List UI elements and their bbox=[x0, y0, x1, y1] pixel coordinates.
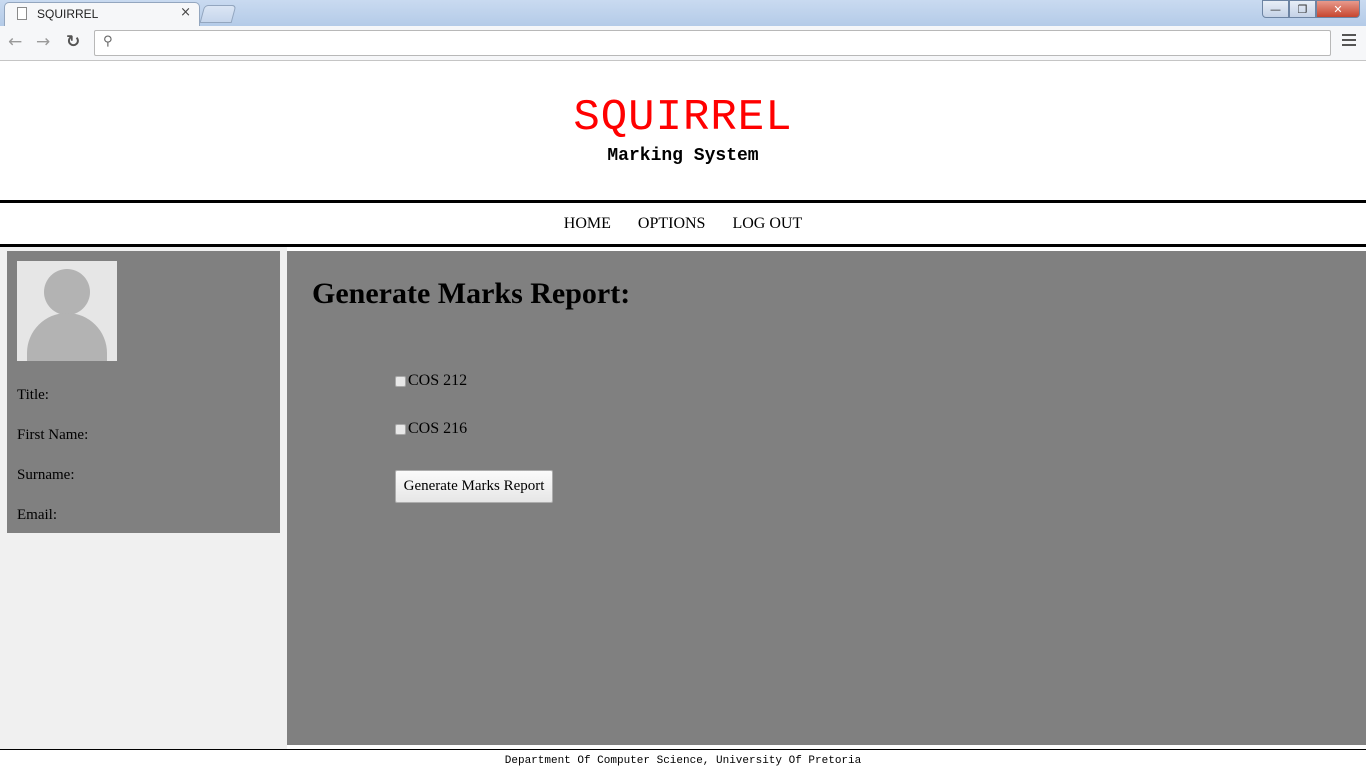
course-label-cos216: COS 216 bbox=[408, 420, 468, 437]
nav-home[interactable]: HOME bbox=[564, 215, 611, 233]
site-header: SQUIRREL Marking System bbox=[0, 61, 1366, 200]
browser-tab[interactable]: SQUIRREL × bbox=[4, 2, 200, 26]
profile-email-label: Email: bbox=[17, 507, 57, 523]
main-panel: Generate Marks Report: COS 212 COS 216 G… bbox=[287, 251, 1366, 745]
reload-icon[interactable]: ↻ bbox=[66, 32, 80, 52]
page-footer: Department Of Computer Science, Universi… bbox=[0, 749, 1366, 768]
profile-firstname-label: First Name: bbox=[17, 427, 89, 443]
generate-report-button[interactable]: Generate Marks Report bbox=[395, 470, 553, 503]
window-controls: — ❐ ✕ bbox=[1262, 0, 1360, 19]
arrow-left-icon[interactable]: ← bbox=[8, 32, 22, 52]
browser-toolbar: ← → ↻ ⚲ bbox=[0, 26, 1366, 61]
maximize-button[interactable]: ❐ bbox=[1289, 0, 1316, 18]
hamburger-menu-icon[interactable] bbox=[1342, 34, 1356, 49]
footer-text: Department Of Computer Science, Universi… bbox=[504, 755, 862, 767]
page-icon bbox=[17, 7, 27, 20]
site-subtitle: Marking System bbox=[607, 146, 759, 166]
course-label-cos212: COS 212 bbox=[408, 372, 468, 389]
course-checkbox-cos216[interactable] bbox=[395, 423, 406, 435]
profile-panel: Title: First Name: Surname: Email: bbox=[7, 251, 280, 533]
browser-titlebar: SQUIRREL × — ❐ ✕ bbox=[0, 0, 1366, 26]
page-title: Generate Marks Report: bbox=[312, 277, 631, 310]
arrow-right-icon[interactable]: → bbox=[36, 32, 50, 52]
new-tab-button[interactable] bbox=[199, 5, 237, 23]
address-input[interactable] bbox=[123, 33, 1317, 55]
search-icon: ⚲ bbox=[103, 34, 113, 49]
profile-title-label: Title: bbox=[17, 387, 49, 403]
site-title: SQUIRREL bbox=[573, 93, 793, 143]
user-avatar-icon bbox=[17, 261, 117, 361]
main-nav: HOME OPTIONS LOG OUT bbox=[0, 200, 1366, 247]
course-option-cos216[interactable]: COS 216 bbox=[395, 420, 467, 438]
tab-title: SQUIRREL bbox=[37, 7, 99, 21]
nav-logout[interactable]: LOG OUT bbox=[732, 215, 802, 233]
close-window-button[interactable]: ✕ bbox=[1316, 0, 1360, 18]
course-checkbox-cos212[interactable] bbox=[395, 375, 406, 387]
address-bar[interactable]: ⚲ bbox=[94, 30, 1331, 56]
profile-surname-label: Surname: bbox=[17, 467, 75, 483]
close-tab-icon[interactable]: × bbox=[180, 5, 191, 20]
nav-options[interactable]: OPTIONS bbox=[638, 215, 706, 233]
minimize-button[interactable]: — bbox=[1262, 0, 1289, 18]
course-option-cos212[interactable]: COS 212 bbox=[395, 372, 467, 390]
